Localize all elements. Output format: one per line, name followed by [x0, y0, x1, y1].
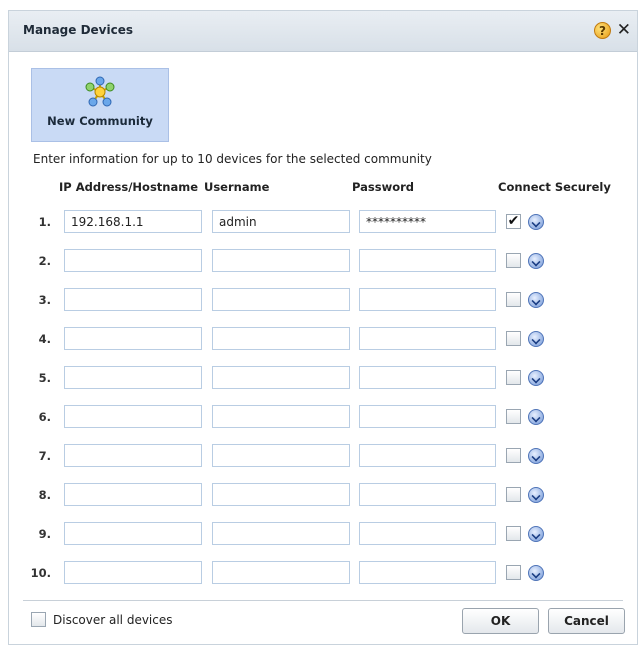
- row-number: 6.: [38, 410, 51, 424]
- ip-address-input[interactable]: [64, 249, 202, 272]
- row-number: 8.: [38, 488, 51, 502]
- new-community-button[interactable]: New Community: [31, 68, 169, 142]
- discover-all-devices-checkbox[interactable]: [31, 612, 46, 627]
- username-input[interactable]: [212, 522, 350, 545]
- instructions-text: Enter information for up to 10 devices f…: [33, 152, 432, 166]
- ip-address-input[interactable]: [64, 366, 202, 389]
- connect-securely-checkbox[interactable]: [506, 370, 521, 385]
- row-number: 10.: [30, 566, 51, 580]
- connect-securely-checkbox[interactable]: [506, 409, 521, 424]
- connect-securely-checkbox[interactable]: [506, 526, 521, 541]
- device-row: 8.: [9, 483, 637, 508]
- password-input[interactable]: [359, 405, 496, 428]
- connect-securely-checkbox[interactable]: [506, 565, 521, 580]
- ip-address-input[interactable]: [64, 444, 202, 467]
- row-number: 7.: [38, 449, 51, 463]
- username-input[interactable]: [212, 483, 350, 506]
- chevron-down-icon[interactable]: [528, 253, 544, 269]
- chevron-down-icon[interactable]: [528, 487, 544, 503]
- username-input[interactable]: [212, 561, 350, 584]
- device-row: 9.: [9, 522, 637, 547]
- device-row: 10.: [9, 561, 637, 586]
- ip-address-input[interactable]: [64, 288, 202, 311]
- chevron-down-icon[interactable]: [528, 409, 544, 425]
- connect-securely-checkbox[interactable]: [506, 448, 521, 463]
- chevron-down-icon[interactable]: [528, 292, 544, 308]
- new-community-label: New Community: [47, 114, 153, 128]
- row-number: 5.: [38, 371, 51, 385]
- row-number: 4.: [38, 332, 51, 346]
- row-number: 2.: [38, 254, 51, 268]
- username-input[interactable]: [212, 327, 350, 350]
- row-number: 1.: [38, 215, 51, 229]
- ip-address-input[interactable]: [64, 483, 202, 506]
- device-row: 2.: [9, 249, 637, 274]
- device-row: 5.: [9, 366, 637, 391]
- password-input[interactable]: [359, 288, 496, 311]
- chevron-down-icon[interactable]: [528, 331, 544, 347]
- chevron-down-icon[interactable]: [528, 565, 544, 581]
- manage-devices-dialog: Manage Devices ? ✕ New Community Enter i…: [8, 10, 638, 645]
- username-input[interactable]: [212, 405, 350, 428]
- help-icon[interactable]: ?: [594, 22, 611, 39]
- ip-address-input[interactable]: [64, 522, 202, 545]
- footer-divider: [23, 600, 623, 601]
- password-input[interactable]: [359, 249, 496, 272]
- password-input[interactable]: [359, 327, 496, 350]
- cancel-button[interactable]: Cancel: [548, 608, 625, 634]
- dialog-title: Manage Devices: [23, 23, 134, 37]
- device-row: 3.: [9, 288, 637, 313]
- discover-all-devices-option[interactable]: Discover all devices: [31, 612, 173, 627]
- password-input[interactable]: [359, 483, 496, 506]
- column-header-password: Password: [352, 180, 414, 194]
- connect-securely-checkbox[interactable]: [506, 487, 521, 502]
- device-row: 7.: [9, 444, 637, 469]
- username-input[interactable]: [212, 366, 350, 389]
- password-input[interactable]: [359, 210, 496, 233]
- connect-securely-checkbox[interactable]: [506, 292, 521, 307]
- row-number: 3.: [38, 293, 51, 307]
- device-row: 6.: [9, 405, 637, 430]
- chevron-down-icon[interactable]: [528, 448, 544, 464]
- row-number: 9.: [38, 527, 51, 541]
- close-icon[interactable]: ✕: [617, 20, 631, 40]
- column-header-connect-securely: Connect Securely: [498, 180, 611, 194]
- device-row: 1. ✔: [9, 210, 637, 235]
- device-row: 4.: [9, 327, 637, 352]
- connect-securely-checkbox[interactable]: ✔: [506, 214, 521, 229]
- chevron-down-icon[interactable]: [528, 214, 544, 230]
- password-input[interactable]: [359, 561, 496, 584]
- password-input[interactable]: [359, 366, 496, 389]
- password-input[interactable]: [359, 444, 496, 467]
- ok-button[interactable]: OK: [462, 608, 539, 634]
- username-input[interactable]: [212, 249, 350, 272]
- connect-securely-checkbox[interactable]: [506, 331, 521, 346]
- column-header-username: Username: [204, 180, 270, 194]
- ip-address-input[interactable]: [64, 405, 202, 428]
- username-input[interactable]: [212, 210, 350, 233]
- discover-all-devices-label: Discover all devices: [53, 612, 173, 627]
- title-bar: Manage Devices ? ✕: [9, 11, 637, 52]
- ip-address-input[interactable]: [64, 561, 202, 584]
- username-input[interactable]: [212, 444, 350, 467]
- ip-address-input[interactable]: [64, 327, 202, 350]
- chevron-down-icon[interactable]: [528, 370, 544, 386]
- network-icon: [85, 76, 115, 107]
- username-input[interactable]: [212, 288, 350, 311]
- connect-securely-checkbox[interactable]: [506, 253, 521, 268]
- ip-address-input[interactable]: [64, 210, 202, 233]
- column-header-ip: IP Address/Hostname: [59, 180, 199, 194]
- chevron-down-icon[interactable]: [528, 526, 544, 542]
- password-input[interactable]: [359, 522, 496, 545]
